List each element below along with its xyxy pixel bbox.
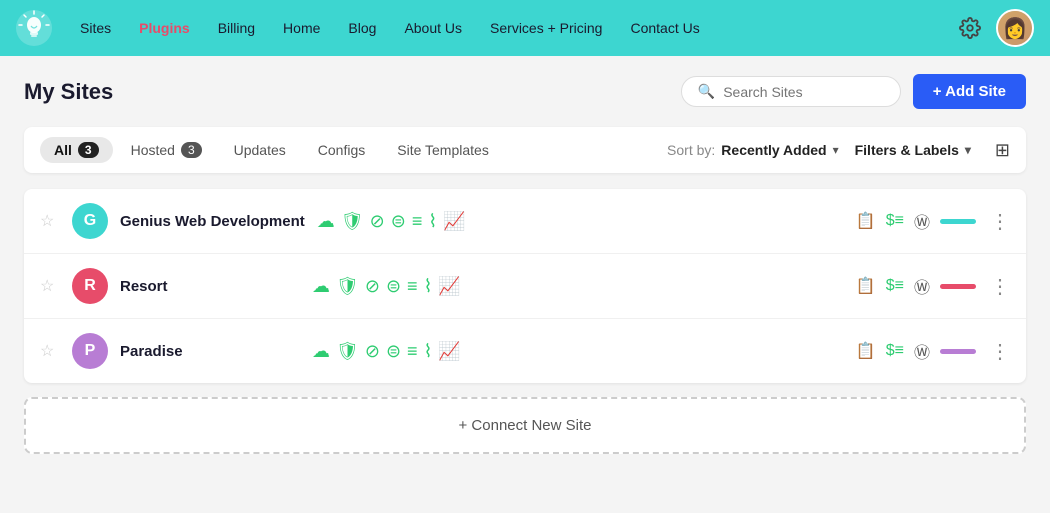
site-actions-paradise: 📋 $≡ Ⓦ ⋮ [856,339,1010,364]
nav-right: 👩 [954,9,1034,47]
filter-updates-label: Updates [234,142,286,158]
navbar: Sites Plugins Billing Home Blog About Us… [0,0,1050,56]
nav-link-billing[interactable]: Billing [206,14,267,42]
billing-icon[interactable]: $≡ [886,212,904,230]
grid-view-icon[interactable]: ⊞ [995,140,1010,161]
filter-tab-hosted[interactable]: Hosted 3 [117,137,216,163]
chart-icon: 📈 [443,211,465,232]
connect-new-site-button[interactable]: + Connect New Site [24,397,1026,454]
site-plugin-icons-resort: ☁ 🛡 ⊘ ⊜ ≡ ⌇ 📈 [312,276,836,297]
nav-link-plugins[interactable]: Plugins [127,14,202,42]
sort-by-dropdown[interactable]: Sort by: Recently Added ▾ [667,142,839,158]
search-icon: 🔍 [698,83,715,100]
document-icon[interactable]: 📋 [856,341,876,361]
site-avatar-paradise: P [72,333,108,369]
nav-logo[interactable] [16,10,52,46]
wordpress-icon[interactable]: Ⓦ [914,209,930,233]
filters-chevron-icon: ▾ [965,143,971,157]
shield-icon: 🛡 [336,276,359,297]
gear-icon[interactable] [954,12,986,44]
sites-table: ☆ G Genius Web Development ☁ 🛡 ⊘ ⊜ ≡ ⌇ 📈 [24,189,1026,383]
filter-row: All 3 Hosted 3 Updates Configs Site Temp… [24,127,1026,173]
site-avatar-resort: R [72,268,108,304]
billing-icon[interactable]: $≡ [886,277,904,295]
nav-link-sites[interactable]: Sites [68,14,123,42]
sort-value: Recently Added [721,142,826,158]
filter-hosted-badge: 3 [181,142,202,158]
nav-link-services[interactable]: Services + Pricing [478,14,614,42]
cloud-icon: ☁ [317,211,335,232]
filter-hosted-label: Hosted [131,142,175,158]
wave-icon: ⌇ [424,276,433,297]
chart-icon: 📈 [438,276,460,297]
table-row: ☆ R Resort ☁ 🛡 ⊘ ⊜ ≡ ⌇ 📈 📋 $≡ Ⓦ ⋮ [24,254,1026,319]
nav-links: Sites Plugins Billing Home Blog About Us… [68,14,950,42]
filter-all-label: All [54,142,72,158]
stack-icon: ⊜ [386,276,401,297]
filter-all-badge: 3 [78,142,99,158]
lines-icon: ≡ [412,211,423,232]
star-icon-paradise[interactable]: ☆ [40,341,60,361]
site-color-bar-genius [940,219,976,224]
nav-link-home[interactable]: Home [271,14,332,42]
table-row: ☆ G Genius Web Development ☁ 🛡 ⊘ ⊜ ≡ ⌇ 📈 [24,189,1026,254]
cloud-icon: ☁ [312,341,330,362]
filter-tab-all[interactable]: All 3 [40,137,113,163]
table-row: ☆ P Paradise ☁ 🛡 ⊘ ⊜ ≡ ⌇ 📈 📋 $≡ Ⓦ ⋮ [24,319,1026,383]
nav-link-contact[interactable]: Contact Us [618,14,711,42]
header-row: My Sites 🔍 + Add Site [24,74,1026,109]
filter-configs-label: Configs [318,142,365,158]
block-icon: ⊘ [365,276,380,297]
wordpress-icon[interactable]: Ⓦ [914,274,930,298]
chart-icon: 📈 [438,341,460,362]
star-icon-genius[interactable]: ☆ [40,211,60,231]
nav-link-blog[interactable]: Blog [336,14,388,42]
star-icon-resort[interactable]: ☆ [40,276,60,296]
block-icon: ⊘ [370,211,385,232]
site-name-paradise[interactable]: Paradise [120,343,300,360]
wave-icon: ⌇ [428,211,437,232]
filter-templates-label: Site Templates [397,142,489,158]
page-title: My Sites [24,79,681,105]
search-input[interactable] [723,84,884,100]
filters-labels-dropdown[interactable]: Filters & Labels ▾ [855,142,971,158]
stack-icon: ⊜ [386,341,401,362]
more-options-icon-resort[interactable]: ⋮ [990,274,1010,299]
nav-link-about[interactable]: About Us [392,14,474,42]
wordpress-icon[interactable]: Ⓦ [914,339,930,363]
filter-tab-updates[interactable]: Updates [220,137,300,163]
site-avatar-genius: G [72,203,108,239]
stack-icon: ⊜ [391,211,406,232]
sort-label: Sort by: [667,142,715,158]
sort-section: Sort by: Recently Added ▾ Filters & Labe… [667,140,1010,161]
billing-icon[interactable]: $≡ [886,342,904,360]
search-bar: 🔍 [681,76,901,107]
main-content: My Sites 🔍 + Add Site All 3 Hosted 3 Upd… [0,56,1050,513]
wave-icon: ⌇ [424,341,433,362]
shield-icon: 🛡 [336,341,359,362]
site-actions-genius: 📋 $≡ Ⓦ ⋮ [856,209,1010,234]
lines-icon: ≡ [407,276,418,297]
filter-tab-templates[interactable]: Site Templates [383,137,503,163]
shield-icon: 🛡 [341,211,364,232]
site-name-genius[interactable]: Genius Web Development [120,213,305,230]
filters-labels-text: Filters & Labels [855,142,959,158]
block-icon: ⊘ [365,341,380,362]
site-name-resort[interactable]: Resort [120,278,300,295]
add-site-button[interactable]: + Add Site [913,74,1026,109]
sort-chevron-icon: ▾ [833,143,839,157]
site-color-bar-paradise [940,349,976,354]
document-icon[interactable]: 📋 [856,276,876,296]
site-color-bar-resort [940,284,976,289]
filter-tab-configs[interactable]: Configs [304,137,379,163]
lines-icon: ≡ [407,341,418,362]
cloud-icon: ☁ [312,276,330,297]
more-options-icon-genius[interactable]: ⋮ [990,209,1010,234]
document-icon[interactable]: 📋 [856,211,876,231]
site-plugin-icons-paradise: ☁ 🛡 ⊘ ⊜ ≡ ⌇ 📈 [312,341,836,362]
more-options-icon-paradise[interactable]: ⋮ [990,339,1010,364]
site-plugin-icons-genius: ☁ 🛡 ⊘ ⊜ ≡ ⌇ 📈 [317,211,836,232]
user-avatar[interactable]: 👩 [996,9,1034,47]
site-actions-resort: 📋 $≡ Ⓦ ⋮ [856,274,1010,299]
